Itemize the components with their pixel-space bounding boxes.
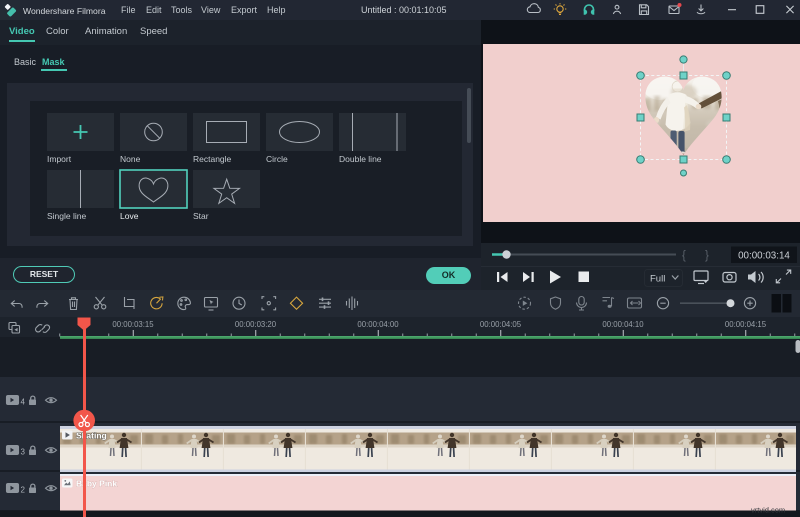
svg-text:00:00:03:15: 00:00:03:15: [112, 320, 154, 329]
svg-text:00:00:03:14: 00:00:03:14: [738, 251, 790, 262]
svg-text:3: 3: [21, 448, 26, 457]
svg-text:}: }: [705, 250, 709, 262]
svg-text:Full: Full: [650, 274, 665, 285]
svg-text:00:00:04:15: 00:00:04:15: [725, 320, 767, 329]
svg-text:00:00:03:20: 00:00:03:20: [235, 320, 277, 329]
svg-text:2: 2: [21, 486, 26, 495]
svg-text:00:00:04:05: 00:00:04:05: [480, 320, 522, 329]
svg-text:vrtvid.com: vrtvid.com: [751, 506, 785, 515]
svg-text:4: 4: [21, 398, 26, 407]
svg-text:{: {: [682, 250, 686, 262]
svg-text:00:00:04:10: 00:00:04:10: [602, 320, 644, 329]
svg-text:00:00:04:00: 00:00:04:00: [357, 320, 399, 329]
